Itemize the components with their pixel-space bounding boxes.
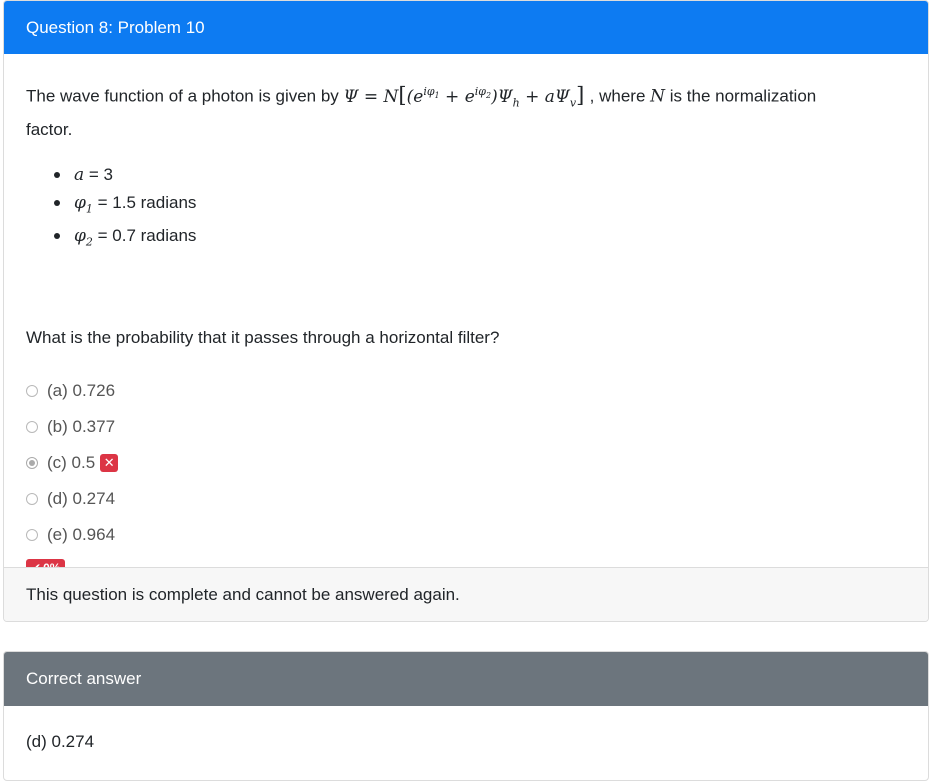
incorrect-x-icon: ✕ — [100, 453, 119, 472]
correct-answer-card: Correct answer (d) 0.274 — [3, 651, 929, 781]
problem-statement: The wave function of a photon is given b… — [26, 78, 826, 143]
radio-c[interactable] — [26, 456, 38, 469]
wave-function-equation: Ψ = N[(eiφ1 + eiφ2)Ψh + aΨv] — [343, 82, 585, 110]
option-b[interactable]: (b) 0.377 — [26, 409, 906, 445]
answer-options: (a) 0.726 (b) 0.377 (c) 0.5 ✕ (d) 0.274 … — [26, 373, 906, 581]
normalization-var: N — [650, 86, 666, 107]
correct-answer-header: Correct answer — [4, 652, 928, 706]
option-a[interactable]: (a) 0.726 — [26, 373, 906, 409]
param-phi2: φ2 = 0.7 radians — [54, 222, 906, 255]
problem-intro: The wave function of a photon is given b… — [26, 86, 339, 106]
radio-e[interactable] — [26, 528, 38, 541]
question-body: The wave function of a photon is given b… — [4, 54, 928, 580]
radio-a[interactable] — [26, 384, 38, 397]
correct-answer-title: Correct answer — [26, 669, 142, 688]
param-phi1: φ1 = 1.5 radians — [54, 189, 906, 222]
completion-message: This question is complete and cannot be … — [26, 584, 460, 604]
question-header: Question 8: Problem 10 — [4, 1, 928, 54]
radio-b[interactable] — [26, 420, 38, 433]
parameter-list: a = 3 φ1 = 1.5 radians φ2 = 0.7 radians — [26, 161, 906, 256]
question-prompt: What is the probability that it passes t… — [26, 327, 500, 347]
option-c[interactable]: (c) 0.5 ✕ — [26, 445, 906, 481]
question-card: Question 8: Problem 10 The wave function… — [3, 0, 929, 622]
option-d[interactable]: (d) 0.274 — [26, 481, 906, 517]
param-a: a = 3 — [54, 161, 906, 189]
correct-answer-value: (d) 0.274 — [26, 732, 95, 751]
option-e[interactable]: (e) 0.964 — [26, 517, 906, 553]
radio-d[interactable] — [26, 492, 38, 505]
question-title: Question 8: Problem 10 — [26, 17, 205, 37]
problem-outro: , where — [589, 86, 646, 106]
question-footer: This question is complete and cannot be … — [4, 567, 928, 621]
